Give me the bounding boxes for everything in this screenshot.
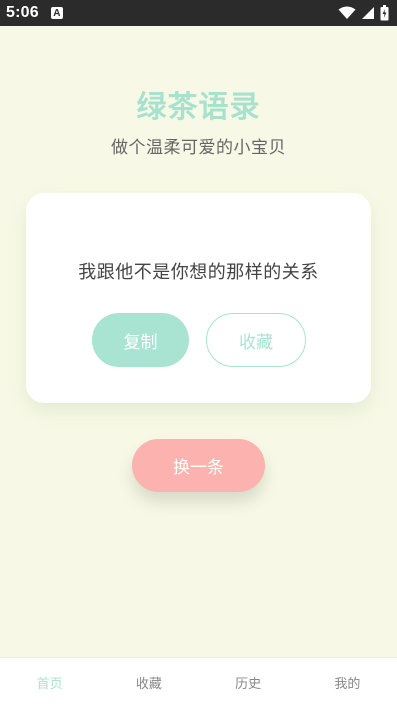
next-quote-button[interactable]: 换一条 <box>132 439 265 492</box>
app-title: 绿茶语录 <box>136 90 261 125</box>
wifi-icon <box>338 6 356 19</box>
status-right <box>338 5 389 21</box>
signal-icon <box>362 7 374 19</box>
tab-profile[interactable]: 我的 <box>298 658 397 707</box>
copy-button[interactable]: 复制 <box>92 313 189 367</box>
battery-icon <box>380 5 389 21</box>
tab-bar: 首页 收藏 历史 我的 <box>0 657 397 707</box>
status-left: 5:06 A <box>6 4 63 22</box>
notification-a-icon: A <box>50 7 63 19</box>
tab-home[interactable]: 首页 <box>0 658 99 707</box>
quote-text: 我跟他不是你想的那样的关系 <box>78 262 319 283</box>
status-bar: 5:06 A <box>0 0 397 26</box>
tab-history[interactable]: 历史 <box>199 658 298 707</box>
app-subtitle: 做个温柔可爱的小宝贝 <box>111 138 286 158</box>
favorite-button[interactable]: 收藏 <box>206 313 306 367</box>
status-time: 5:06 <box>6 4 39 21</box>
quote-card: 我跟他不是你想的那样的关系 复制 收藏 <box>26 193 371 403</box>
tab-favorites[interactable]: 收藏 <box>99 658 198 707</box>
